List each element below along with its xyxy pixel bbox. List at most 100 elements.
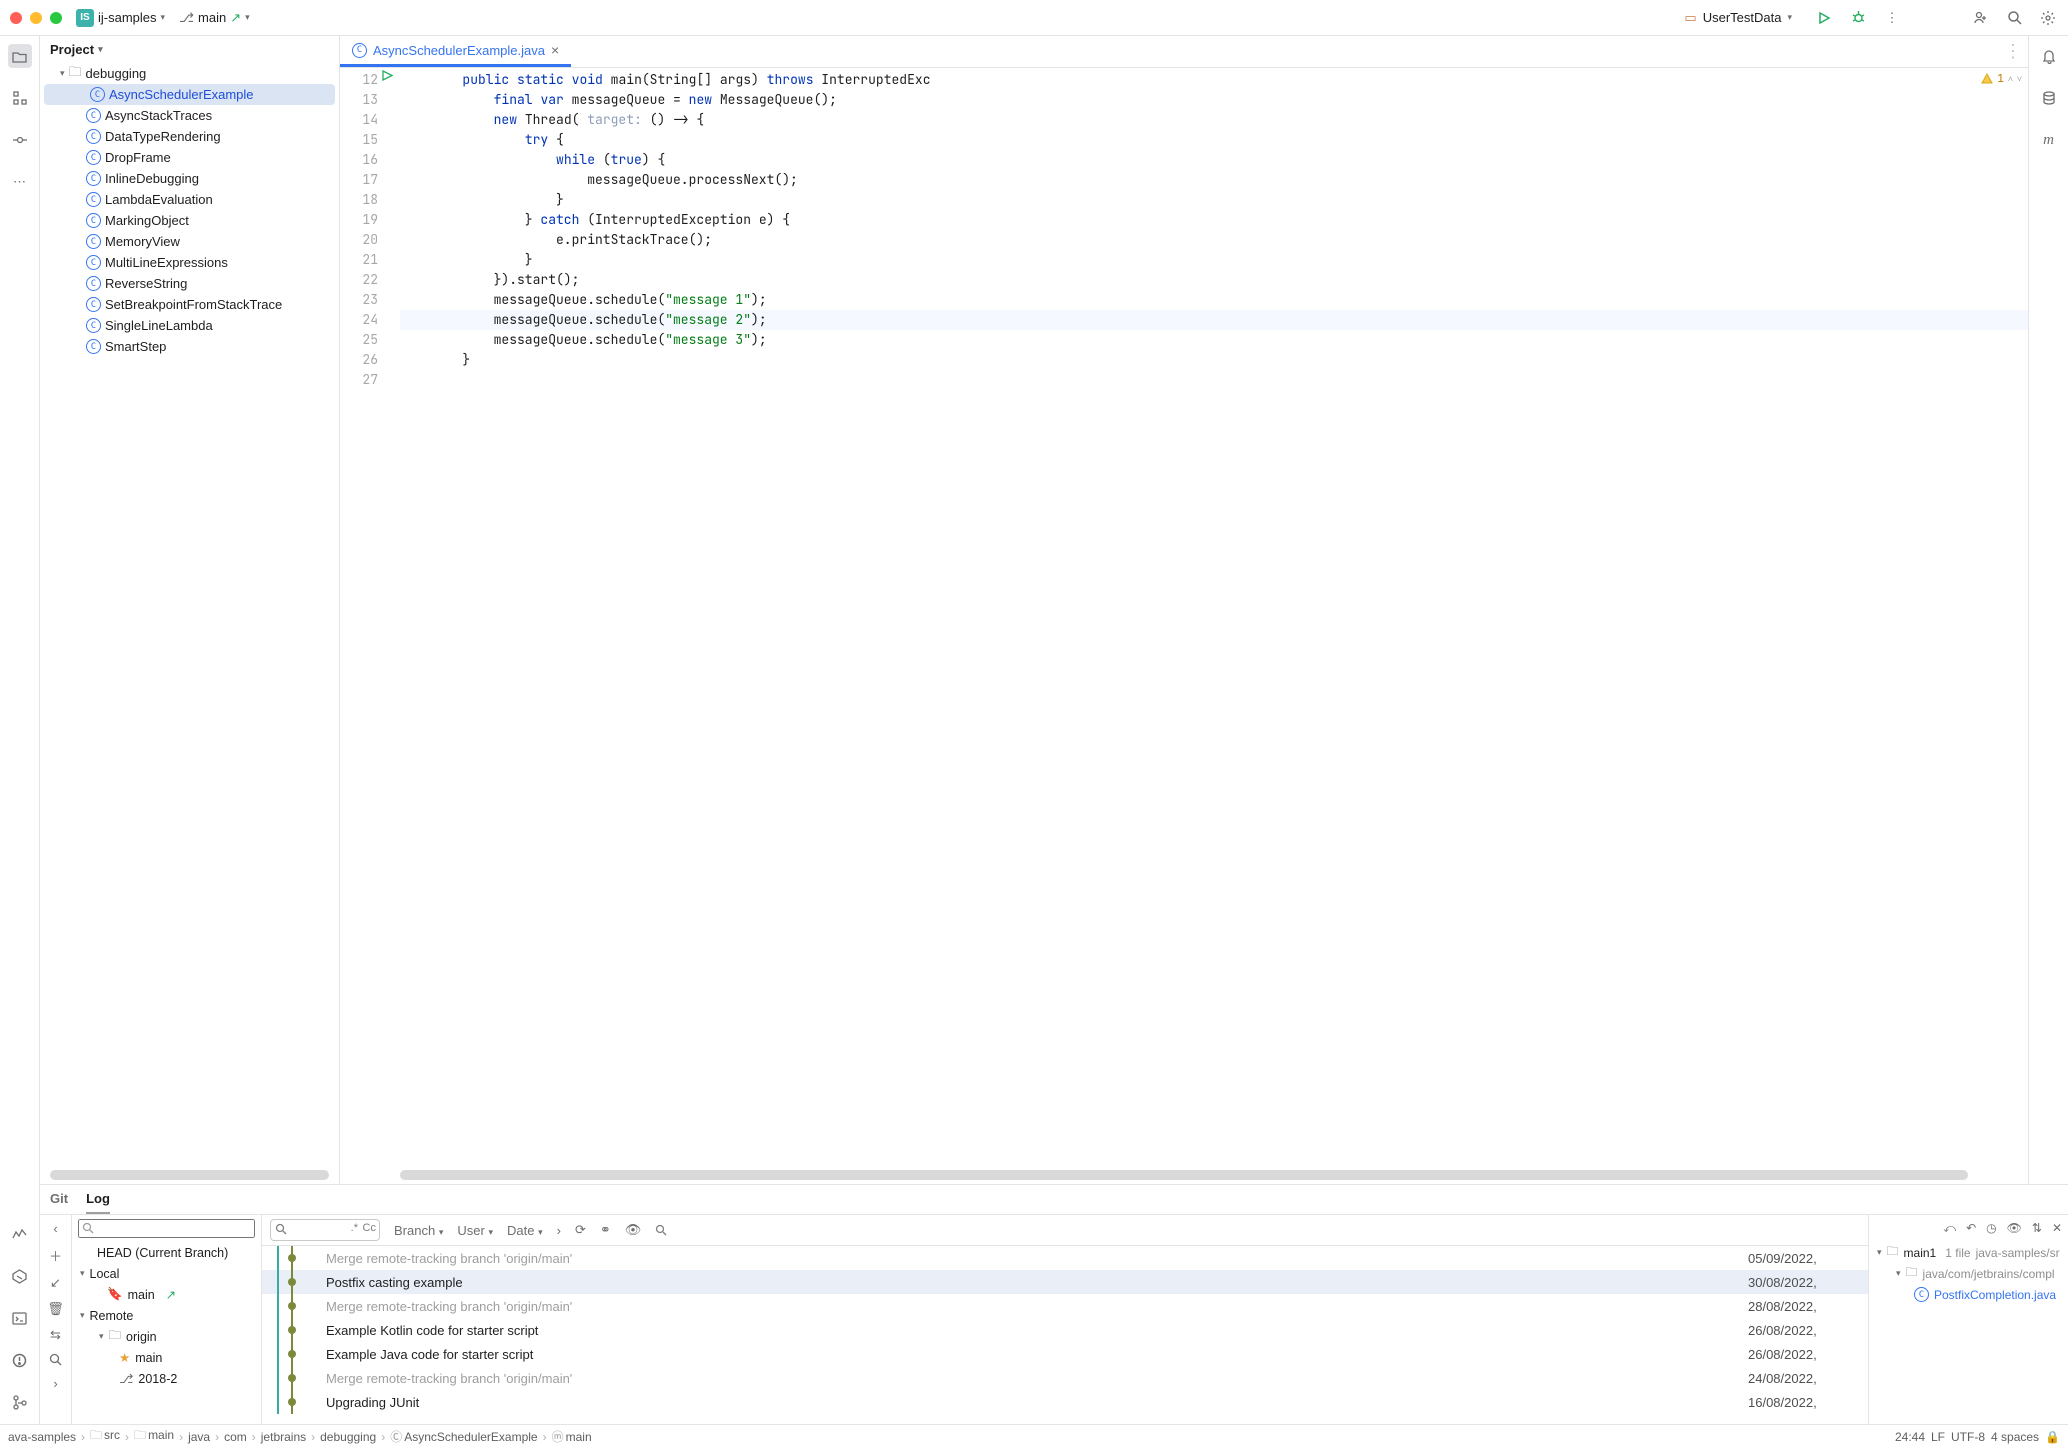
- add-icon[interactable]: ＋: [49, 1246, 62, 1265]
- search-icon[interactable]: [2004, 8, 2024, 28]
- horizontal-scrollbar[interactable]: [50, 1170, 329, 1180]
- branch-group-local[interactable]: ▾Local: [78, 1263, 255, 1284]
- tree-item[interactable]: CMultiLineExpressions: [40, 252, 339, 273]
- debug-button[interactable]: [1848, 8, 1868, 28]
- breadcrumb-item[interactable]: ⓜmain: [552, 1428, 592, 1445]
- branch-search-input[interactable]: [78, 1219, 255, 1238]
- tree-item[interactable]: CAsyncStackTraces: [40, 105, 339, 126]
- run-configuration-selector[interactable]: ▭ UserTestData ▾: [1676, 8, 1800, 28]
- breadcrumb-item[interactable]: ⒸAsyncSchedulerExample: [390, 1428, 537, 1445]
- refresh-icon[interactable]: ⟳: [575, 1222, 586, 1238]
- expand-left-icon[interactable]: ‹: [53, 1221, 57, 1236]
- branch-origin-2018-2[interactable]: ⎇2018-2: [78, 1368, 255, 1389]
- tree-item[interactable]: CDataTypeRendering: [40, 126, 339, 147]
- commit-list[interactable]: Merge remote-tracking branch 'origin/mai…: [262, 1246, 1868, 1424]
- tab-options-icon[interactable]: ⋮: [2004, 41, 2022, 62]
- branch-group-remote[interactable]: ▾Remote: [78, 1305, 255, 1326]
- more-tools-icon[interactable]: ⋯: [8, 170, 32, 194]
- editor-tab[interactable]: C AsyncSchedulerExample.java ×: [340, 36, 571, 67]
- commit-row[interactable]: Example Java code for starter script26/0…: [262, 1342, 1868, 1366]
- terminal-icon[interactable]: [8, 1306, 32, 1330]
- editor-body[interactable]: 12131415161718192021222324252627 public …: [340, 68, 2028, 1166]
- caret-position[interactable]: 24:44: [1895, 1430, 1925, 1444]
- project-panel-header[interactable]: Project ▾: [40, 36, 339, 63]
- branch-origin[interactable]: ▾🗀origin: [78, 1326, 255, 1347]
- tree-item[interactable]: CInlineDebugging: [40, 168, 339, 189]
- breadcrumb-item[interactable]: jetbrains: [261, 1430, 306, 1444]
- find-icon[interactable]: [655, 1224, 667, 1236]
- vcs-tool-icon[interactable]: [8, 1390, 32, 1414]
- code-area[interactable]: public static void main(String[] args) t…: [400, 68, 2028, 1166]
- editor-gutter[interactable]: 12131415161718192021222324252627: [340, 68, 400, 1166]
- maven-icon[interactable]: m: [2037, 128, 2061, 152]
- eye-icon[interactable]: 👁: [625, 1222, 642, 1238]
- delete-icon[interactable]: 🗑: [47, 1301, 64, 1317]
- checkout-icon[interactable]: ↙: [50, 1275, 61, 1291]
- vcs-tab-git[interactable]: Git: [50, 1191, 68, 1214]
- code-with-me-icon[interactable]: [1970, 8, 1990, 28]
- breadcrumb-item[interactable]: ava-samples: [8, 1430, 76, 1444]
- chevron-down-icon[interactable]: ˅: [2017, 73, 2022, 85]
- user-filter[interactable]: User ▾: [457, 1223, 493, 1238]
- find-icon[interactable]: [49, 1353, 62, 1366]
- run-line-icon[interactable]: [382, 70, 393, 81]
- more-actions-icon[interactable]: ⋮: [1882, 8, 1902, 28]
- commit-row[interactable]: Merge remote-tracking branch 'origin/mai…: [262, 1294, 1868, 1318]
- undo-icon[interactable]: ⤺: [1943, 1221, 1956, 1236]
- breadcrumb-item[interactable]: 🗀main: [134, 1426, 174, 1447]
- database-icon[interactable]: [2037, 86, 2061, 110]
- tree-item[interactable]: CSetBreakpointFromStackTrace: [40, 294, 339, 315]
- vcs-tab-log[interactable]: Log: [86, 1191, 110, 1214]
- go-to-hash-icon[interactable]: ›: [557, 1223, 561, 1238]
- date-filter[interactable]: Date ▾: [507, 1223, 543, 1238]
- line-ending[interactable]: LF: [1931, 1430, 1945, 1444]
- commit-row[interactable]: Example Kotlin code for starter script26…: [262, 1318, 1868, 1342]
- commit-row[interactable]: Merge remote-tracking branch 'origin/mai…: [262, 1366, 1868, 1390]
- project-tree[interactable]: ▾🗀debuggingCAsyncSchedulerExampleCAsyncS…: [40, 63, 339, 1166]
- lock-icon[interactable]: 🔒: [2045, 1430, 2060, 1444]
- revert-icon[interactable]: ↶: [1966, 1221, 1976, 1236]
- indent[interactable]: 4 spaces: [1991, 1430, 2039, 1444]
- notifications-icon[interactable]: [2037, 44, 2061, 68]
- branch-selector[interactable]: ⎇ main ↗ ▾: [179, 10, 250, 26]
- fullscreen-window-icon[interactable]: [50, 12, 62, 24]
- encoding[interactable]: UTF-8: [1951, 1430, 1985, 1444]
- structure-tool-icon[interactable]: [8, 86, 32, 110]
- commit-tool-icon[interactable]: [8, 128, 32, 152]
- branch-tree[interactable]: HEAD (Current Branch) ▾Local 🔖main↗ ▾Rem…: [72, 1215, 262, 1424]
- breadcrumb-item[interactable]: debugging: [320, 1430, 376, 1444]
- inspection-widget[interactable]: 1 ˄ ˅: [1981, 72, 2022, 86]
- cherry-pick-icon[interactable]: ⚭: [600, 1222, 611, 1238]
- tree-item[interactable]: CMarkingObject: [40, 210, 339, 231]
- breadcrumb-item[interactable]: 🗀src: [90, 1426, 120, 1447]
- branch-head[interactable]: HEAD (Current Branch): [78, 1242, 255, 1263]
- close-tab-icon[interactable]: ×: [551, 42, 559, 58]
- breadcrumb-item[interactable]: com: [224, 1430, 247, 1444]
- compare-icon[interactable]: ⇆: [50, 1327, 61, 1343]
- tree-item[interactable]: CDropFrame: [40, 147, 339, 168]
- tree-item[interactable]: CSmartStep: [40, 336, 339, 357]
- profiler-icon[interactable]: [8, 1222, 32, 1246]
- commit-row[interactable]: Merge remote-tracking branch 'origin/mai…: [262, 1246, 1868, 1270]
- tree-item[interactable]: CMemoryView: [40, 231, 339, 252]
- expand-right-icon[interactable]: ›: [53, 1376, 57, 1391]
- tree-item[interactable]: CAsyncSchedulerExample: [44, 84, 335, 105]
- project-tool-icon[interactable]: [8, 44, 32, 68]
- tree-item[interactable]: CReverseString: [40, 273, 339, 294]
- branch-local-main[interactable]: 🔖main↗: [78, 1284, 255, 1305]
- chevron-up-icon[interactable]: ˄: [2008, 73, 2013, 85]
- expand-icon[interactable]: ⇅: [2032, 1221, 2042, 1236]
- branch-origin-main[interactable]: ★main: [78, 1347, 255, 1368]
- settings-icon[interactable]: [2038, 8, 2058, 28]
- tree-item[interactable]: CLambdaEvaluation: [40, 189, 339, 210]
- regex-toggle[interactable]: .*: [351, 1222, 358, 1234]
- tree-folder[interactable]: ▾🗀debugging: [40, 63, 339, 84]
- tree-item[interactable]: CSingleLineLambda: [40, 315, 339, 336]
- services-icon[interactable]: [8, 1264, 32, 1288]
- commit-row[interactable]: Postfix casting example30/08/2022,: [262, 1270, 1868, 1294]
- changed-file[interactable]: PostfixCompletion.java: [1934, 1288, 2056, 1302]
- problems-icon[interactable]: [8, 1348, 32, 1372]
- breadcrumbs[interactable]: ava-samples›🗀src›🗀main›java›com›jetbrain…: [8, 1426, 592, 1447]
- branch-filter[interactable]: Branch ▾: [394, 1223, 443, 1238]
- breadcrumb-item[interactable]: java: [188, 1430, 210, 1444]
